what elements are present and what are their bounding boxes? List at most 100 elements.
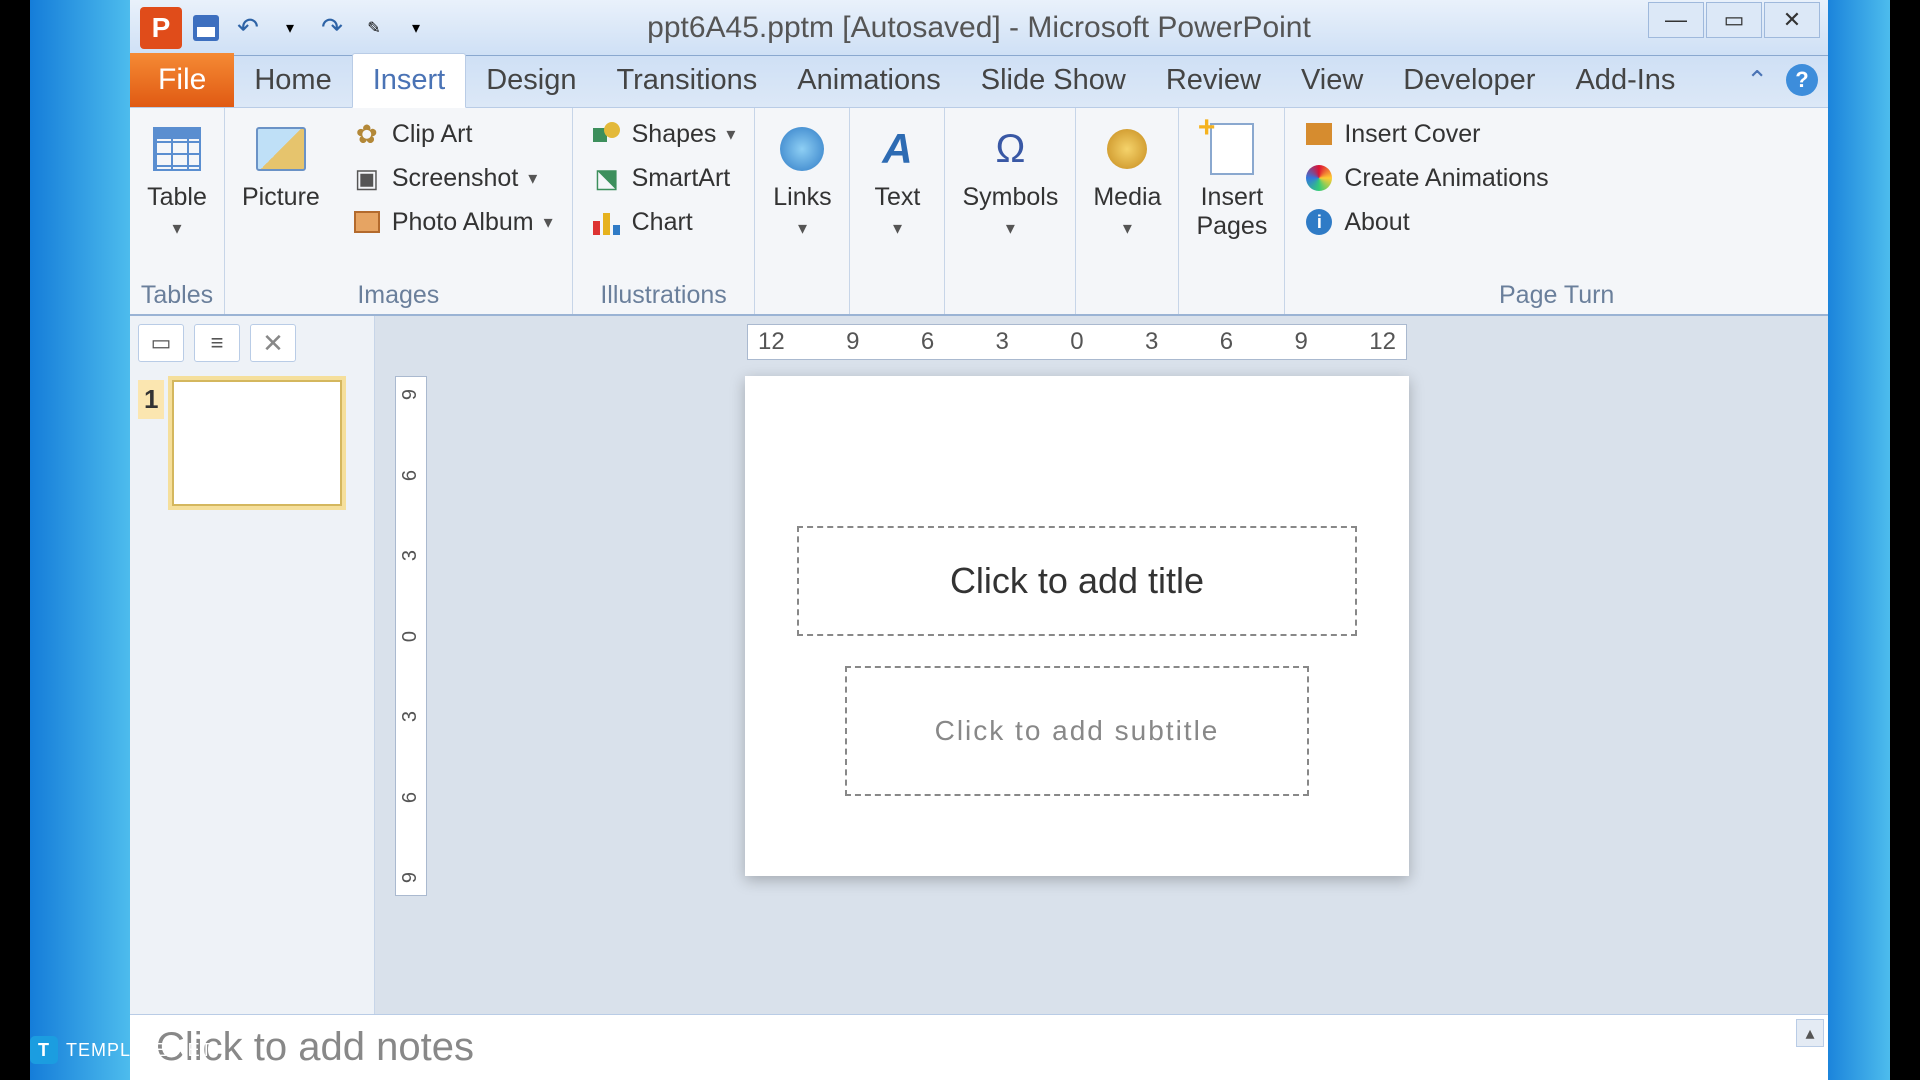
tab-transitions[interactable]: Transitions [597,54,778,107]
ruler-tick: 6 [1220,328,1233,356]
close-window-button[interactable]: ✕ [1764,2,1820,38]
chart-button[interactable]: Chart [581,202,747,242]
help-button[interactable]: ? [1786,64,1818,96]
links-button[interactable]: Links ▾ [763,114,841,246]
undo-button[interactable]: ↶ [230,10,266,46]
chevron-down-icon: ▾ [798,218,807,239]
tab-developer[interactable]: Developer [1383,54,1555,107]
symbols-button[interactable]: Ω Symbols ▾ [953,114,1067,246]
save-button[interactable] [188,10,224,46]
slide-number: 1 [138,380,164,419]
group-illustrations: Shapes ▾ ⬔ SmartArt Chart [573,108,756,314]
quick-access-toolbar: P ↶ ▾ ↷ ✎ ▾ [130,7,434,49]
tab-addins[interactable]: Add-Ins [1555,54,1695,107]
slide-canvas[interactable]: Click to add title Click to add subtitle [745,376,1409,876]
group-links: Links ▾ [755,108,850,314]
photoalbum-button[interactable]: Photo Album ▾ [341,202,564,242]
tab-review[interactable]: Review [1146,54,1281,107]
group-media: Media ▾ [1076,108,1179,314]
chart-label: Chart [632,208,693,237]
tab-animations[interactable]: Animations [777,54,960,107]
shapes-icon [592,119,622,149]
insert-pages-label-2: Pages [1196,212,1267,241]
group-insert-pages: Insert Pages [1179,108,1285,314]
tab-view[interactable]: View [1281,54,1383,107]
cover-icon [1306,123,1332,145]
insert-pages-label-1: Insert [1201,183,1264,212]
clipart-button[interactable]: ✿ Clip Art [341,114,564,154]
panel-outline-view[interactable]: ≡ [194,324,240,362]
tab-home[interactable]: Home [234,54,351,107]
title-placeholder[interactable]: Click to add title [797,526,1357,636]
clipart-label: Clip Art [392,120,473,149]
slide-editing-area: 12 9 6 3 0 3 6 9 12 9 6 3 0 [375,316,1828,1014]
redo-button[interactable]: ↷ [314,10,350,46]
window-controls: — ▭ ✕ [1648,2,1820,38]
shapes-button[interactable]: Shapes ▾ [581,114,747,154]
insert-cover-button[interactable]: Insert Cover [1293,114,1559,154]
ruler-tick: 9 [400,872,423,883]
animation-icon [1306,165,1332,191]
maximize-button[interactable]: ▭ [1706,2,1762,38]
screenshot-label: Screenshot [392,164,518,193]
subtitle-placeholder[interactable]: Click to add subtitle [845,666,1309,796]
screenshot-icon: ▣ [352,163,382,193]
group-text: A Text ▾ [850,108,945,314]
picture-label: Picture [242,183,320,212]
ribbon-tabs: File Home Insert Design Transitions Anim… [130,56,1828,108]
create-animations-label: Create Animations [1344,164,1548,193]
scrollbar-up-button[interactable]: ▴ [1796,1019,1824,1047]
table-button[interactable]: Table ▾ [138,114,216,246]
ruler-tick: 0 [1070,328,1083,356]
insert-pages-button[interactable]: Insert Pages [1187,114,1276,248]
chevron-down-icon: ▾ [544,212,553,233]
app-window: P ↶ ▾ ↷ ✎ ▾ ppt6A45.pptm [Autosaved] - M… [130,0,1828,1080]
ribbon-insert: Table ▾ Tables Picture ✿ Clip Art [130,108,1828,316]
panel-close-button[interactable]: ✕ [250,324,296,362]
tab-insert[interactable]: Insert [352,53,467,108]
omega-icon: Ω [995,127,1025,172]
ruler-tick: 3 [1145,328,1158,356]
tab-design[interactable]: Design [466,54,596,107]
smartart-button[interactable]: ⬔ SmartArt [581,158,747,198]
ruler-tick: 3 [400,550,423,561]
screenshot-button[interactable]: ▣ Screenshot ▾ [341,158,564,198]
minimize-button[interactable]: — [1648,2,1704,38]
slide-thumbnail[interactable] [172,380,342,506]
qat-customize[interactable]: ▾ [398,10,434,46]
about-button[interactable]: i About [1293,202,1559,242]
window-border-left [30,0,130,1080]
picture-button[interactable]: Picture [233,114,329,219]
links-label: Links [773,183,831,212]
media-icon [1107,129,1147,169]
tab-file[interactable]: File [130,53,234,107]
notes-pane[interactable]: Click to add notes ▴ [130,1014,1828,1080]
ruler-tick: 3 [996,328,1009,356]
watermark-icon: T [30,1036,58,1064]
ruler-tick: 9 [400,389,423,400]
create-animations-button[interactable]: Create Animations [1293,158,1559,198]
media-label: Media [1093,183,1161,212]
ruler-tick: 3 [400,711,423,722]
redo-icon: ↷ [321,12,343,43]
vertical-ruler: 9 6 3 0 3 6 9 [395,376,427,896]
slide-thumbnail-row[interactable]: 1 [138,380,366,506]
table-label: Table [147,183,207,212]
ruler-tick: 12 [758,328,785,356]
undo-dropdown[interactable]: ▾ [272,10,308,46]
group-images: Picture ✿ Clip Art ▣ Screenshot ▾ [225,108,573,314]
slides-panel: ▭ ≡ ✕ 1 [130,316,375,1014]
chevron-down-icon: ▾ [726,124,735,145]
watermark: T TEMPLATE.NET [30,1036,213,1064]
panel-slides-view[interactable]: ▭ [138,324,184,362]
group-title-pageturn: Page Turn [1293,277,1820,312]
marker-button[interactable]: ✎ [356,10,392,46]
chevron-down-icon: ▾ [528,168,537,189]
chevron-down-icon: ▾ [286,18,294,38]
smartart-icon: ⬔ [592,163,622,193]
media-button[interactable]: Media ▾ [1084,114,1170,246]
save-icon [193,15,219,41]
tab-slideshow[interactable]: Slide Show [961,54,1146,107]
text-button[interactable]: A Text ▾ [858,114,936,246]
collapse-ribbon-button[interactable]: ⌃ [1746,65,1768,96]
